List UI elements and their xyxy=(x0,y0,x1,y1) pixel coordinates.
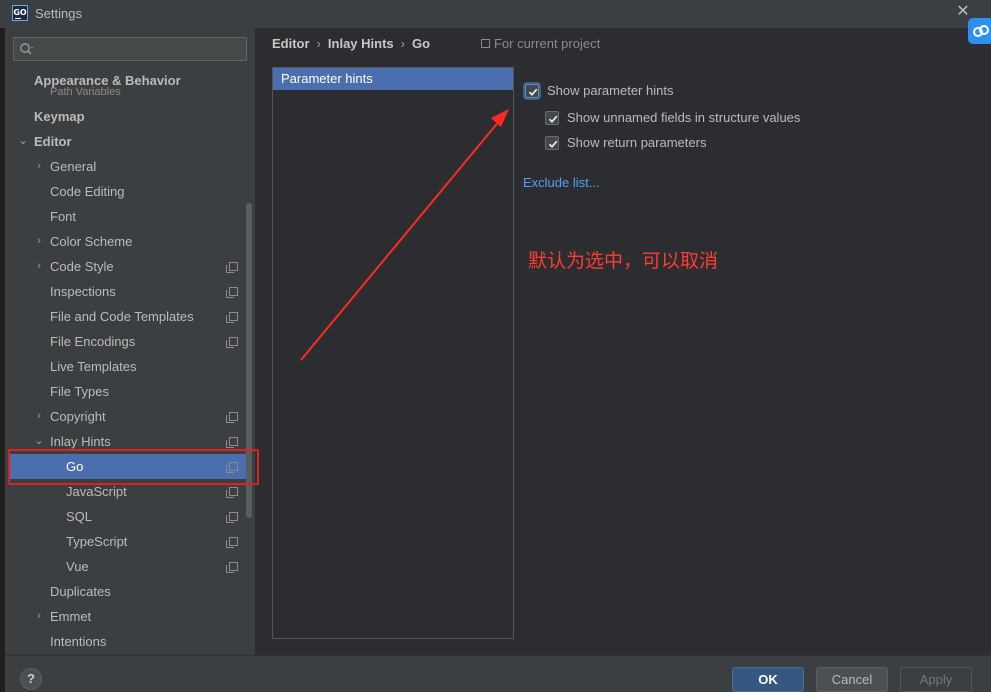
show-parameter-hints-label: Show parameter hints xyxy=(547,83,674,98)
sidebar-item-label: Code Style xyxy=(50,259,114,274)
show-unnamed-fields-label: Show unnamed fields in structure values xyxy=(567,110,801,125)
breadcrumb-go: Go xyxy=(412,36,431,51)
goland-logo-icon: GO xyxy=(12,5,28,21)
sidebar-item-file-encodings[interactable]: File Encodings xyxy=(5,329,255,354)
hint-type-list: Parameter hints xyxy=(272,67,514,639)
sidebar-item-label: Appearance & Behavior xyxy=(34,73,181,88)
window-title: Settings xyxy=(35,6,82,21)
sidebar-item-file-types[interactable]: File Types xyxy=(5,379,255,404)
sidebar-item-label: File Encodings xyxy=(50,334,136,349)
sidebar-item-appearance-behavior[interactable]: Appearance & Behavior xyxy=(5,68,255,93)
project-scope-icon xyxy=(481,39,490,48)
breadcrumb-inlay-hints[interactable]: Inlay Hints xyxy=(328,36,394,51)
sidebar-item-label: Emmet xyxy=(50,609,92,624)
chevron-right-icon[interactable]: › xyxy=(33,404,45,429)
checkmark-icon xyxy=(548,140,558,149)
sidebar-item-label: File Types xyxy=(50,384,110,399)
sidebar-item-typescript[interactable]: TypeScript xyxy=(5,529,255,554)
breadcrumb-separator: › xyxy=(316,36,321,51)
show-parameter-hints-option[interactable]: Show parameter hints xyxy=(525,83,725,100)
list-item-parameter-hints[interactable]: Parameter hints xyxy=(273,68,513,90)
sidebar-item-label: Color Scheme xyxy=(50,234,133,249)
project-scope-icon xyxy=(226,487,238,498)
project-scope-icon xyxy=(226,287,238,298)
project-scope-icon xyxy=(226,512,238,523)
project-scope-icon xyxy=(226,262,238,273)
annotation-note: 默认为选中，可以取消 xyxy=(528,250,719,272)
sidebar-item-keymap[interactable]: Keymap xyxy=(5,104,255,129)
sidebar-item-general[interactable]: › General xyxy=(5,154,255,179)
show-return-parameters-checkbox[interactable] xyxy=(545,136,559,150)
show-unnamed-fields-option[interactable]: Show unnamed fields in structure values xyxy=(545,110,845,127)
scope-indicator: For current project xyxy=(481,36,600,51)
checkmark-icon xyxy=(528,88,538,97)
highlight-annotation-box xyxy=(8,449,259,485)
sidebar-item-font[interactable]: Font xyxy=(5,204,255,229)
sidebar-item-label: Vue xyxy=(66,559,89,574)
scope-label: For current project xyxy=(494,36,601,51)
chevron-right-icon[interactable]: › xyxy=(33,254,45,279)
sidebar-item-editor[interactable]: ⌄ Editor xyxy=(5,129,255,154)
sidebar-item-label: Editor xyxy=(34,134,72,149)
sidebar-item-duplicates[interactable]: Duplicates xyxy=(5,579,255,604)
show-return-parameters-option[interactable]: Show return parameters xyxy=(545,135,745,152)
sidebar-item-emmet[interactable]: › Emmet xyxy=(5,604,255,629)
sidebar-item-label: Duplicates xyxy=(50,584,111,599)
sidebar-item-sql[interactable]: SQL xyxy=(5,504,255,529)
sidebar-item-label: Code Editing xyxy=(50,184,125,199)
cloud-sync-icon[interactable] xyxy=(968,18,991,44)
sidebar-item-label: Copyright xyxy=(50,409,106,424)
apply-button[interactable]: Apply xyxy=(900,667,972,692)
sidebar-item-label: TypeScript xyxy=(66,534,128,549)
project-scope-icon xyxy=(226,337,238,348)
show-unnamed-fields-checkbox[interactable] xyxy=(545,111,559,125)
sidebar-item-inspections[interactable]: Inspections xyxy=(5,279,255,304)
search-input[interactable] xyxy=(13,37,247,61)
breadcrumb: Editor › Inlay Hints › Go xyxy=(272,36,430,52)
chevron-right-icon[interactable]: › xyxy=(33,229,45,254)
project-scope-icon xyxy=(226,562,238,573)
sidebar-item-vue[interactable]: Vue xyxy=(5,554,255,579)
project-scope-icon xyxy=(226,312,238,323)
search-icon xyxy=(20,43,33,55)
sidebar-item-label: General xyxy=(50,159,97,174)
breadcrumb-separator: › xyxy=(400,36,405,51)
chevron-right-icon[interactable]: › xyxy=(33,604,45,629)
sidebar-item-intentions[interactable]: Intentions xyxy=(5,629,255,654)
breadcrumb-editor[interactable]: Editor xyxy=(272,36,310,51)
show-parameter-hints-checkbox[interactable] xyxy=(525,84,539,98)
sidebar-item-label: Keymap xyxy=(34,109,85,124)
project-scope-icon xyxy=(226,537,238,548)
sidebar-item-live-templates[interactable]: Live Templates xyxy=(5,354,255,379)
sidebar-item-label: Intentions xyxy=(50,634,107,649)
sidebar-item-color-scheme[interactable]: › Color Scheme xyxy=(5,229,255,254)
sidebar-item-code-style[interactable]: › Code Style xyxy=(5,254,255,279)
chevron-down-icon[interactable]: ⌄ xyxy=(17,129,29,154)
project-scope-icon xyxy=(226,437,238,448)
title-bar: GO Settings ✕ xyxy=(0,0,991,28)
close-icon[interactable]: ✕ xyxy=(955,4,971,20)
sidebar-item-label: File and Code Templates xyxy=(50,309,194,324)
sidebar-item-file-and-code-templates[interactable]: File and Code Templates xyxy=(5,304,255,329)
settings-sidebar: Path Variables Appearance & Behavior Keym… xyxy=(5,28,255,655)
cancel-button[interactable]: Cancel xyxy=(816,667,888,692)
exclude-list-link[interactable]: Exclude list... xyxy=(523,175,600,190)
chevron-right-icon[interactable]: › xyxy=(33,154,45,179)
project-scope-icon xyxy=(226,412,238,423)
sidebar-item-label: Inspections xyxy=(50,284,116,299)
sidebar-item-label: Font xyxy=(50,209,77,224)
help-button[interactable]: ? xyxy=(20,668,42,690)
ok-button[interactable]: OK xyxy=(732,667,804,692)
show-return-parameters-label: Show return parameters xyxy=(567,135,707,150)
sidebar-item-label: SQL xyxy=(66,509,93,524)
checkmark-icon xyxy=(548,115,558,124)
sidebar-item-label: Live Templates xyxy=(50,359,137,374)
sidebar-item-code-editing[interactable]: Code Editing xyxy=(5,179,255,204)
sidebar-item-copyright[interactable]: › Copyright xyxy=(5,404,255,429)
